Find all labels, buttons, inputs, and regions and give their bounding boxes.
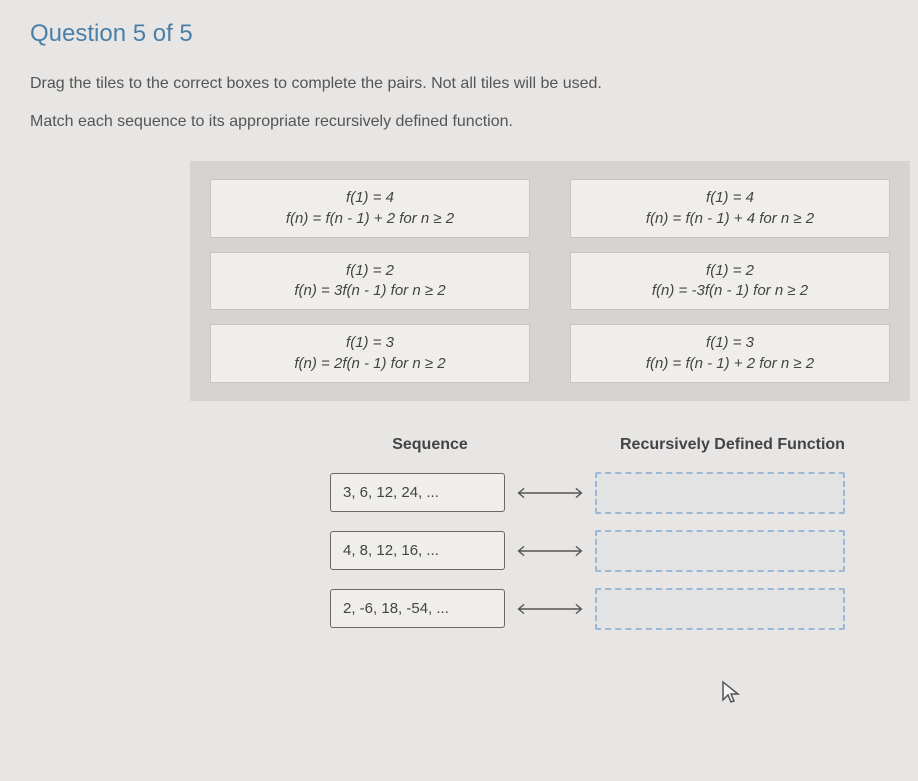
tile-line1: f(1) = 2 — [223, 261, 517, 281]
cursor-icon — [720, 680, 742, 711]
sequence-box[interactable]: 3, 6, 12, 24, ... — [330, 473, 505, 512]
sequence-box[interactable]: 4, 8, 12, 16, ... — [330, 531, 505, 570]
tile-option[interactable]: f(1) = 2 f(n) = -3f(n - 1) for n ≥ 2 — [570, 252, 890, 311]
tile-option[interactable]: f(1) = 2 f(n) = 3f(n - 1) for n ≥ 2 — [210, 252, 530, 311]
sequence-header: Sequence — [330, 436, 530, 454]
drop-zone[interactable] — [595, 530, 845, 572]
tile-line2: f(n) = 2f(n - 1) for n ≥ 2 — [223, 354, 517, 374]
question-title: Question 5 of 5 — [30, 20, 888, 48]
sub-instruction-text: Match each sequence to its appropriate r… — [30, 113, 888, 131]
match-row: 2, -6, 18, -54, ... — [330, 588, 918, 630]
match-row: 4, 8, 12, 16, ... — [330, 530, 918, 572]
instruction-text: Drag the tiles to the correct boxes to c… — [30, 73, 888, 95]
tile-option[interactable]: f(1) = 3 f(n) = 2f(n - 1) for n ≥ 2 — [210, 324, 530, 383]
drop-zone[interactable] — [595, 588, 845, 630]
double-arrow-icon — [505, 602, 595, 616]
tile-line2: f(n) = f(n - 1) + 2 for n ≥ 2 — [583, 354, 877, 374]
match-row: 3, 6, 12, 24, ... — [330, 472, 918, 514]
tile-line1: f(1) = 3 — [583, 333, 877, 353]
tile-line2: f(n) = -3f(n - 1) for n ≥ 2 — [583, 281, 877, 301]
tile-option[interactable]: f(1) = 3 f(n) = f(n - 1) + 2 for n ≥ 2 — [570, 324, 890, 383]
tiles-container: f(1) = 4 f(n) = f(n - 1) + 2 for n ≥ 2 f… — [190, 161, 910, 401]
tile-option[interactable]: f(1) = 4 f(n) = f(n - 1) + 2 for n ≥ 2 — [210, 179, 530, 238]
tile-line1: f(1) = 2 — [583, 261, 877, 281]
tile-line2: f(n) = 3f(n - 1) for n ≥ 2 — [223, 281, 517, 301]
matching-area: Sequence Recursively Defined Function 3,… — [330, 436, 918, 630]
double-arrow-icon — [505, 486, 595, 500]
sequence-box[interactable]: 2, -6, 18, -54, ... — [330, 589, 505, 628]
function-header: Recursively Defined Function — [620, 436, 900, 454]
drop-zone[interactable] — [595, 472, 845, 514]
tile-line2: f(n) = f(n - 1) + 4 for n ≥ 2 — [583, 209, 877, 229]
tile-line2: f(n) = f(n - 1) + 2 for n ≥ 2 — [223, 209, 517, 229]
tile-option[interactable]: f(1) = 4 f(n) = f(n - 1) + 4 for n ≥ 2 — [570, 179, 890, 238]
tile-line1: f(1) = 3 — [223, 333, 517, 353]
tile-line1: f(1) = 4 — [583, 188, 877, 208]
tile-line1: f(1) = 4 — [223, 188, 517, 208]
double-arrow-icon — [505, 544, 595, 558]
